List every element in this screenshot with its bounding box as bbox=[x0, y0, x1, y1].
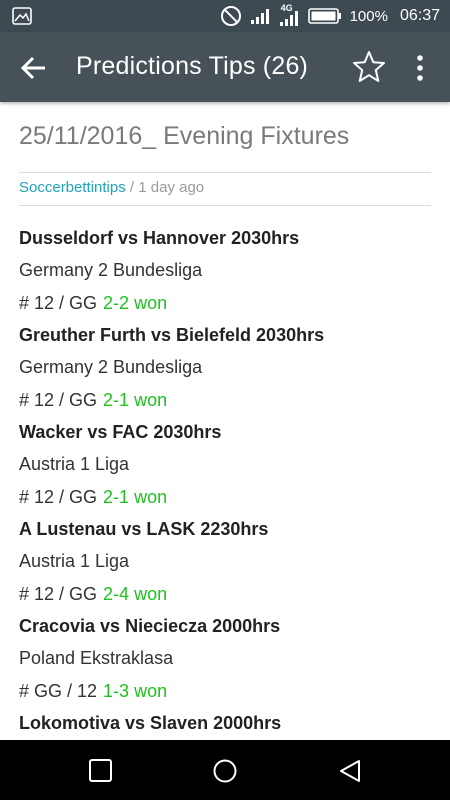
fixture-match: Wacker vs FAC 2030hrs bbox=[19, 422, 222, 442]
app-bar: Predictions Tips (26) bbox=[0, 32, 450, 102]
tip-result: 2-1 won bbox=[103, 390, 168, 410]
fixture-tip: # 12 / GG 2-4 won bbox=[19, 578, 439, 610]
divider bbox=[19, 205, 431, 206]
status-indicators: 4G 100% 06:37 bbox=[220, 0, 440, 32]
signal-icon bbox=[250, 9, 269, 24]
tip-result: 2-1 won bbox=[103, 487, 168, 507]
post-time-ago: 1 day ago bbox=[138, 179, 205, 196]
fixture-item: Dusseldorf vs Hannover 2030hrs Germany 2… bbox=[19, 222, 439, 319]
square-icon[interactable] bbox=[88, 758, 114, 784]
fixtures-list: Dusseldorf vs Hannover 2030hrs Germany 2… bbox=[19, 222, 439, 739]
clock: 06:37 bbox=[399, 7, 440, 24]
arrow-back-icon[interactable] bbox=[20, 54, 48, 82]
fixture-tip: # GG / 12 1-3 won bbox=[19, 675, 439, 707]
system-nav-bar bbox=[0, 740, 450, 800]
post-meta: Soccerbettintips / 1 day ago bbox=[19, 179, 204, 196]
author-link[interactable]: Soccerbettintips bbox=[19, 179, 126, 196]
battery-percent: 100% bbox=[349, 7, 388, 25]
fixture-league: Germany 2 Bundesliga bbox=[19, 357, 203, 377]
tip-result: 2-2 won bbox=[103, 293, 168, 313]
fixture-item: Wacker vs FAC 2030hrs Austria 1 Liga # 1… bbox=[19, 416, 439, 513]
fixture-match: Dusseldorf vs Hannover 2030hrs bbox=[19, 228, 300, 248]
network-signal: 4G bbox=[278, 3, 300, 27]
signal-4g-icon bbox=[279, 11, 298, 26]
fixture-league: Poland Ekstraklasa bbox=[19, 648, 174, 668]
screen-title: Predictions Tips (26) bbox=[76, 52, 309, 80]
fixture-match: Greuther Furth vs Bielefeld 2030hrs bbox=[19, 325, 325, 345]
triangle-back-icon[interactable] bbox=[337, 758, 363, 784]
fixture-league: Germany 2 Bundesliga bbox=[19, 260, 203, 280]
tip-result: 1-3 won bbox=[103, 681, 168, 701]
more-vert-icon[interactable] bbox=[410, 54, 430, 82]
battery-icon bbox=[307, 8, 341, 24]
post-content[interactable]: 25/11/2016_ Evening Fixtures Soccerbetti… bbox=[0, 102, 450, 740]
fixture-tip: # 12 / GG 2-1 won bbox=[19, 384, 439, 416]
tip-result: 2-4 won bbox=[103, 584, 168, 604]
fixture-tip: # 12 / GG 2-2 won bbox=[19, 287, 439, 319]
tip-text: # 12 / GG bbox=[19, 390, 98, 410]
tip-text: # 12 / GG bbox=[19, 293, 98, 313]
fixture-match: Cracovia vs Nieciecza 2000hrs bbox=[19, 616, 281, 636]
fixture-item: Greuther Furth vs Bielefeld 2030hrs Germ… bbox=[19, 319, 439, 416]
divider bbox=[19, 172, 431, 173]
fixture-item: Cracovia vs Nieciecza 2000hrs Poland Eks… bbox=[19, 610, 439, 707]
tip-text: # 12 / GG bbox=[19, 487, 98, 507]
fixture-tip: # 12 / GG 2-1 won bbox=[19, 481, 439, 513]
post-title: 25/11/2016_ Evening Fixtures bbox=[19, 122, 350, 150]
fixture-item: Lokomotiva vs Slaven 2000hrs bbox=[19, 707, 439, 739]
star-outline-icon[interactable] bbox=[352, 50, 386, 84]
fixture-item: A Lustenau vs LASK 2230hrs Austria 1 Lig… bbox=[19, 513, 439, 610]
tip-text: # 12 / GG bbox=[19, 584, 98, 604]
circle-icon[interactable] bbox=[212, 758, 238, 784]
tip-text: # GG / 12 bbox=[19, 681, 98, 701]
meta-separator: / bbox=[125, 179, 139, 196]
fixture-match: A Lustenau vs LASK 2230hrs bbox=[19, 519, 269, 539]
fixture-match: Lokomotiva vs Slaven 2000hrs bbox=[19, 713, 282, 733]
fixture-league: Austria 1 Liga bbox=[19, 551, 130, 571]
fixture-league: Austria 1 Liga bbox=[19, 454, 130, 474]
status-bar: 4G 100% 06:37 bbox=[0, 0, 450, 32]
image-icon bbox=[12, 7, 32, 25]
do-not-disturb-icon bbox=[220, 6, 241, 26]
